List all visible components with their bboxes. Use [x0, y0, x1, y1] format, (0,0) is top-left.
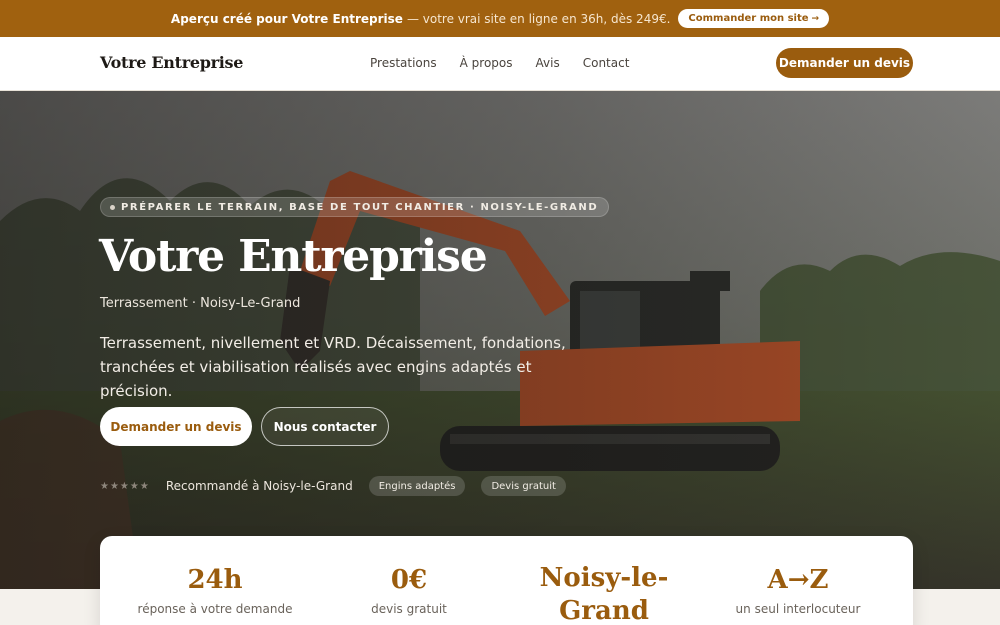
- stats-card: 24h réponse à votre demande 0€ devis gra…: [100, 536, 913, 625]
- promo-banner: Aperçu créé pour Votre Entreprise — votr…: [0, 0, 1000, 37]
- order-site-button[interactable]: Commander mon site →: [678, 9, 830, 28]
- stat-label: un seul interlocuteur: [735, 602, 861, 616]
- arrow-right-icon: →: [811, 13, 820, 24]
- nav-link-about[interactable]: À propos: [460, 56, 513, 70]
- hero-contact-button[interactable]: Nous contacter: [261, 407, 389, 446]
- brand-logo[interactable]: Votre Entreprise: [100, 53, 243, 72]
- star-rating-icon: ★★★★★: [100, 480, 150, 492]
- stat-value: 0€: [390, 565, 428, 595]
- nav-link-prestations[interactable]: Prestations: [370, 56, 437, 70]
- hero-eyebrow-text: PRÉPARER LE TERRAIN, BASE DE TOUT CHANTI…: [121, 201, 599, 213]
- recommended-text: Recommandé à Noisy-le-Grand: [165, 479, 353, 493]
- stat-quote: 0€ devis gratuit: [319, 536, 499, 616]
- hero-description: Terrassement, nivellement et VRD. Décais…: [100, 334, 566, 400]
- stat-value: 24h: [187, 565, 243, 595]
- hero-eyebrow-badge: PRÉPARER LE TERRAIN, BASE DE TOUT CHANTI…: [100, 197, 610, 217]
- stat-value: A→Z: [767, 565, 829, 595]
- chip-engins: Engins adaptés: [368, 476, 466, 496]
- stat-label: réponse à votre demande: [137, 602, 293, 616]
- nav-links: Prestations À propos Avis Contact: [370, 56, 629, 70]
- hero-quote-button[interactable]: Demander un devis: [100, 407, 252, 446]
- stat-location: Noisy-le-Grand: [514, 536, 694, 625]
- nav-quote-button[interactable]: Demander un devis: [776, 48, 913, 78]
- nav-link-contact[interactable]: Contact: [583, 56, 630, 70]
- chip-devis: Devis gratuit: [481, 476, 566, 496]
- hero-section: PRÉPARER LE TERRAIN, BASE DE TOUT CHANTI…: [0, 91, 1000, 589]
- promo-headline: Aperçu créé pour Votre Entreprise: [170, 11, 403, 26]
- stat-label: devis gratuit: [371, 602, 447, 616]
- main-navigation: Votre Entreprise Prestations À propos Av…: [0, 37, 1000, 91]
- order-site-label: Commander mon site: [688, 13, 809, 24]
- hero-subtitle: Terrassement · Noisy-Le-Grand: [100, 296, 301, 311]
- stat-response: 24h réponse à votre demande: [125, 536, 305, 616]
- promo-text: — votre vrai site en ligne en 36h, dès 2…: [406, 11, 671, 26]
- hero-title: Votre Entreprise: [99, 231, 488, 282]
- stat-value: Noisy-le-Grand: [539, 563, 669, 625]
- dot-icon: [110, 205, 115, 210]
- nav-link-reviews[interactable]: Avis: [536, 56, 560, 70]
- stat-contact: A→Z un seul interlocuteur: [708, 536, 888, 616]
- trust-row: ★★★★★ Recommandé à Noisy-le-Grand Engins…: [100, 476, 566, 496]
